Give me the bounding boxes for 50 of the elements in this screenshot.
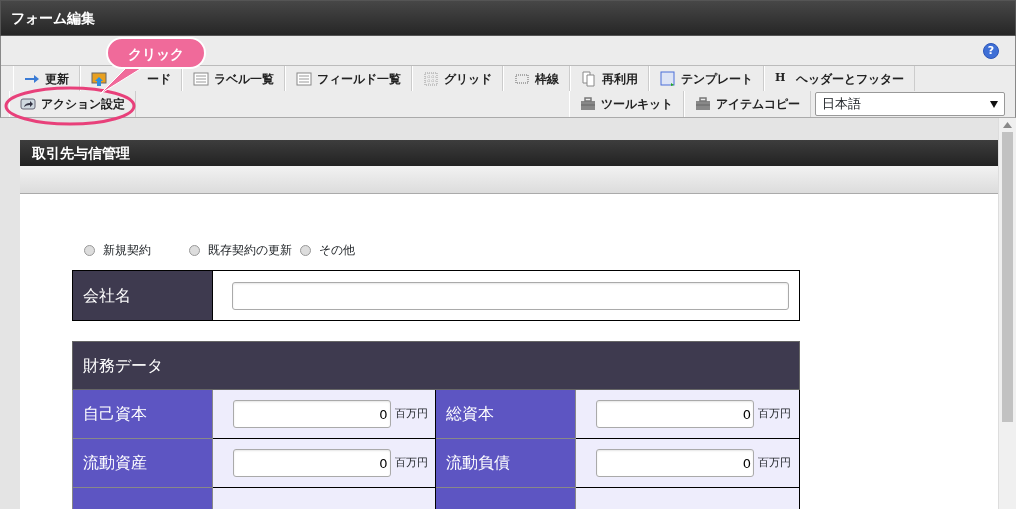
- number-input-field[interactable]: 0: [232, 449, 391, 477]
- toolbar-button[interactable]: ツールキット: [569, 91, 684, 117]
- template-icon: [660, 70, 676, 87]
- number-input-field[interactable]: 0: [232, 400, 391, 428]
- unit-label: 百万円: [394, 454, 428, 471]
- window-title: フォーム編集: [11, 8, 95, 28]
- radio-button[interactable]: [189, 244, 200, 256]
- number-input-field[interactable]: 0: [596, 449, 755, 477]
- radio-label: 新規契約: [103, 242, 151, 259]
- radio-label: その他: [319, 242, 355, 259]
- toolbox-icon: [580, 96, 596, 112]
- pages-icon: [581, 70, 597, 87]
- callout-text: クリック: [128, 46, 184, 62]
- number-input-field[interactable]: 0: [596, 400, 755, 428]
- field-label: 流動負債: [436, 438, 576, 488]
- toolbar-tab[interactable]: テンプレート: [649, 66, 764, 91]
- unit-label: 百万円: [758, 454, 792, 471]
- toolbar-tab[interactable]: H ヘッダーとフッター: [764, 66, 916, 91]
- field-label: 会社名: [72, 270, 213, 321]
- toolbar-tab[interactable]: ラベル一覧: [182, 66, 285, 91]
- help-icon[interactable]: ?: [983, 42, 999, 59]
- header-icon: H: [775, 70, 786, 87]
- list-icon: [296, 70, 312, 87]
- arrow-icon: [24, 73, 40, 84]
- toolbar-tab[interactable]: 再利用: [570, 66, 649, 91]
- scroll-up-icon[interactable]: [1003, 122, 1012, 128]
- radio-button[interactable]: [300, 244, 311, 256]
- toolbar-tab[interactable]: 枠線: [503, 66, 570, 91]
- image-upload-icon: [91, 70, 107, 87]
- toolbar-tab[interactable]: フィールド一覧: [285, 66, 412, 91]
- text-input-field[interactable]: [232, 281, 789, 310]
- field-label: 総資本: [436, 389, 576, 439]
- toolbox-icon: [695, 96, 711, 112]
- toolbar-tab[interactable]: 更新: [13, 66, 80, 91]
- toolbar-tab[interactable]: グリッド: [412, 66, 503, 91]
- toolbar-button[interactable]: アクション設定: [9, 91, 136, 117]
- unit-label: 百万円: [394, 405, 428, 422]
- radio-label: 既存契約の更新: [208, 242, 292, 259]
- grid-icon: [423, 70, 439, 87]
- list-icon: [193, 70, 209, 87]
- field-label: 自己資本: [72, 389, 213, 439]
- form-title: 取引先与信管理: [32, 143, 130, 163]
- scrollbar[interactable]: [998, 118, 1016, 509]
- unit-label: 百万円: [758, 405, 792, 422]
- toolbar-button[interactable]: アイテムコピー: [684, 91, 811, 117]
- radio-button[interactable]: [84, 244, 95, 256]
- caret-icon: [990, 100, 998, 108]
- language-select[interactable]: 日本語: [815, 92, 1005, 116]
- field-label: 流動資産: [72, 438, 213, 488]
- section-header: 財務データ: [72, 341, 800, 390]
